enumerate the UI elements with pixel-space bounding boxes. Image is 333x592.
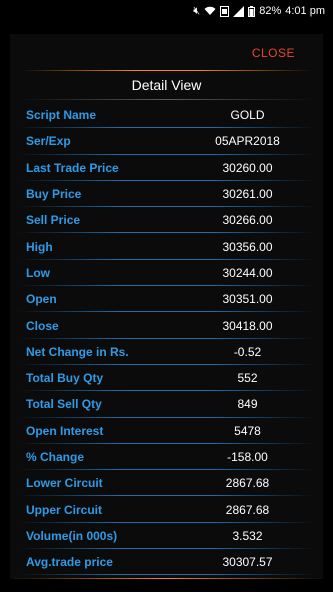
- detail-row: Close 30418.00: [10, 312, 323, 339]
- row-value: 2867.68: [225, 502, 270, 517]
- mute-icon: 🔇︎: [193, 4, 201, 17]
- row-value: 30266.00: [222, 213, 273, 228]
- row-label: High: [26, 239, 53, 254]
- row-label: Upper Circuit: [26, 502, 103, 517]
- detail-row: Upper Circuit 2867.68: [10, 496, 323, 524]
- row-value: 30307.57: [222, 555, 273, 570]
- clock: 4:01 pm: [285, 5, 325, 17]
- wifi-icon: [204, 6, 216, 16]
- row-label: Script Name: [26, 108, 97, 123]
- row-label: Ser/Exp: [26, 134, 71, 149]
- detail-row: Volume(in 000s) 3.532: [10, 523, 323, 550]
- row-label: Open Interest: [26, 423, 104, 438]
- detail-row: Sell Price 30266.00: [10, 207, 323, 234]
- row-label: Total Buy Qty: [26, 371, 104, 386]
- status-bar: 🔇︎ 82% 4:01 pm: [0, 0, 333, 22]
- row-value: 30260.00: [222, 160, 273, 175]
- detail-view-dialog: CLOSE Detail View Script Name GOLD Ser/Ex…: [10, 34, 323, 579]
- row-value: -158.00: [227, 450, 268, 464]
- row-label: Net Change in Rs.: [26, 344, 129, 359]
- detail-row: Open Interest 5478: [10, 418, 323, 445]
- row-value: 30261.00: [222, 187, 273, 202]
- row-value: 552: [237, 371, 258, 386]
- row-label: Close: [26, 318, 59, 333]
- vpn-icon: [220, 5, 230, 17]
- dialog-bottom-divider: [10, 578, 323, 579]
- close-button[interactable]: CLOSE: [252, 46, 295, 60]
- row-label: Sell Price: [26, 213, 81, 228]
- row-value: 2867.68: [225, 476, 270, 491]
- detail-row: Buy Price 30261.00: [10, 181, 323, 208]
- row-label: Avg.trade price: [26, 555, 113, 570]
- detail-row: Script Name GOLD: [10, 102, 323, 129]
- detail-row: Net Change in Rs. -0.52: [10, 339, 323, 366]
- row-label: % Change: [26, 450, 85, 464]
- row-label: Total Sell Qty: [26, 397, 102, 412]
- battery-icon: [248, 5, 256, 17]
- detail-row: Ser/Exp 05APR2018: [10, 128, 323, 155]
- row-label: Lower Circuit: [26, 476, 103, 491]
- battery-percent: 82%: [259, 5, 282, 17]
- detail-row: High 30356.00: [10, 233, 323, 261]
- dialog-header: CLOSE: [10, 34, 323, 70]
- row-value: 3.532: [232, 528, 263, 543]
- row-value: 5478: [234, 423, 261, 438]
- row-value: GOLD: [230, 108, 265, 123]
- row-label: Last Trade Price: [26, 160, 119, 175]
- detail-row: Lower Circuit 2867.68: [10, 470, 323, 497]
- row-label: Volume(in 000s): [26, 528, 118, 543]
- title-divider-bottom: [18, 99, 315, 100]
- detail-row: Total Sell Qty 849: [10, 391, 323, 418]
- row-value: -0.52: [233, 344, 262, 359]
- row-label: Open: [26, 292, 57, 307]
- row-value: 30244.00: [222, 265, 273, 280]
- detail-row: Total Buy Qty 552: [10, 365, 323, 392]
- detail-row: Low 30244.00: [10, 260, 323, 287]
- signal-icon: [233, 5, 245, 17]
- row-label: Buy Price: [26, 187, 82, 202]
- row-value: 849: [237, 397, 258, 412]
- dialog-title: Detail View: [131, 77, 202, 93]
- row-label: Low: [26, 265, 50, 280]
- row-value: 05APR2018: [215, 134, 280, 149]
- detail-row: Open 30351.00: [10, 286, 323, 313]
- detail-list: Script Name GOLD Ser/Exp 05APR2018 Last Tr…: [10, 102, 323, 576]
- detail-row: Last Trade Price 30260.00: [10, 155, 323, 182]
- row-value: 30351.00: [222, 292, 273, 307]
- row-value: 30418.00: [222, 318, 273, 333]
- detail-row: Avg.trade price 30307.57: [10, 549, 323, 576]
- detail-row: % Change -158.00: [10, 444, 323, 471]
- row-value: 30356.00: [222, 239, 273, 254]
